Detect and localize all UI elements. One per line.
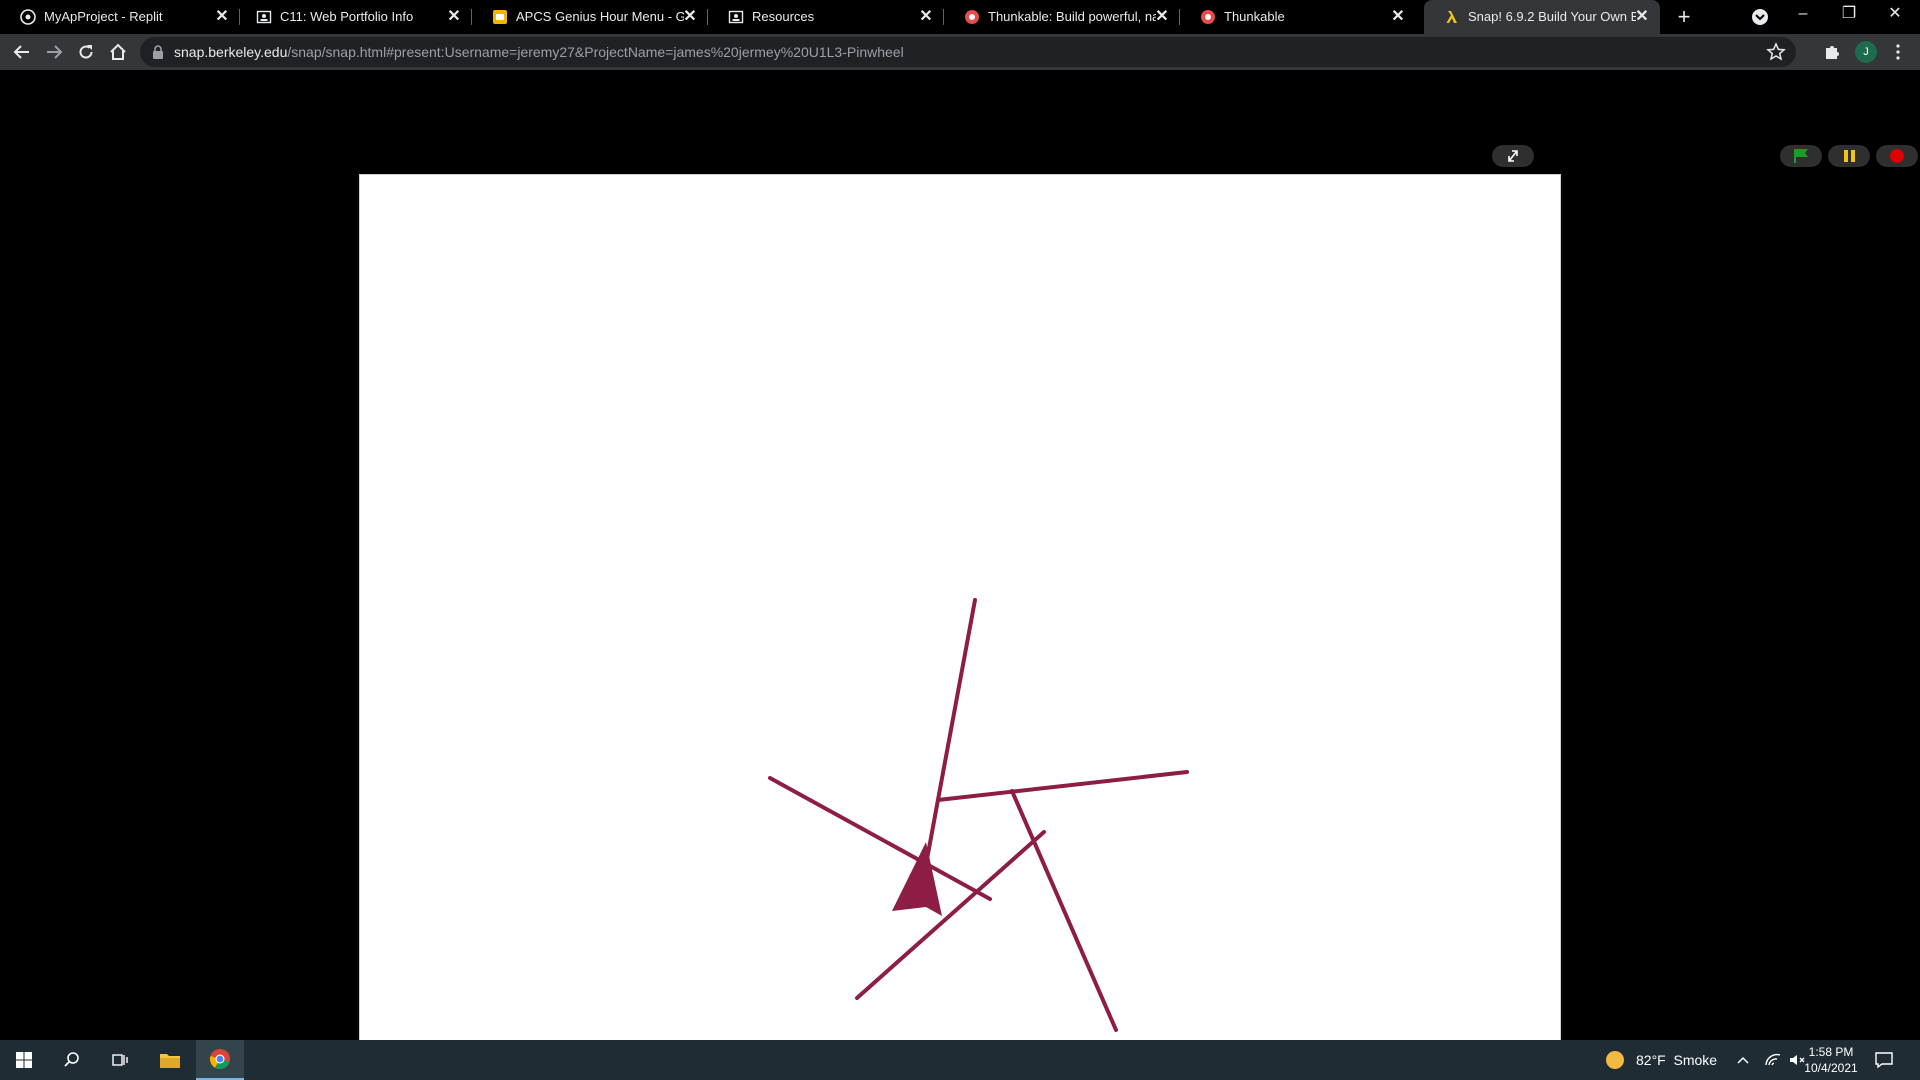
weather-text: 82°F Smoke <box>1636 1052 1718 1068</box>
clock[interactable]: 1:58 PM 10/4/2021 <box>1796 1044 1866 1076</box>
search-icon <box>64 1052 79 1067</box>
close-window-button[interactable]: ✕ <box>1872 0 1918 30</box>
chevron-up-icon[interactable] <box>1736 1050 1750 1070</box>
restore-button[interactable]: ❐ <box>1826 0 1872 30</box>
app-mode-toggle-button[interactable] <box>1492 145 1534 167</box>
classroom-icon <box>728 10 744 24</box>
sprite-arrow[interactable] <box>892 842 942 916</box>
tab-strip: MyApProject - Replit ✕ C11: Web Portfoli… <box>0 0 1920 34</box>
url-path: /snap/snap.html#present:Username=jeremy2… <box>287 44 904 60</box>
close-icon[interactable]: ✕ <box>212 7 232 27</box>
clock-time: 1:58 PM <box>1808 1045 1854 1059</box>
tab-title: MyApProject - Replit <box>44 9 163 24</box>
stop-icon <box>1890 149 1904 163</box>
home-button[interactable] <box>104 38 132 66</box>
extensions-button[interactable] <box>1818 38 1846 66</box>
tab-snap[interactable]: Snap! 6.9.2 Build Your Own Bloc ✕ <box>1424 0 1660 34</box>
windows-taskbar: 82°F Smoke 1:58 PM 10/4/2021 <box>0 1040 1920 1080</box>
puzzle-icon <box>1826 46 1839 59</box>
minimize-button[interactable]: – <box>1780 0 1826 30</box>
stop-button[interactable] <box>1876 145 1918 167</box>
green-flag-icon <box>1794 149 1808 163</box>
lock-icon[interactable] <box>152 45 164 59</box>
chrome-icon <box>210 1049 230 1070</box>
bookmark-star-icon[interactable] <box>1766 42 1786 62</box>
reload-button[interactable] <box>72 38 100 66</box>
snap-lambda-icon <box>1446 11 1457 23</box>
weather-widget[interactable]: 82°F Smoke <box>1606 1050 1717 1070</box>
close-icon[interactable]: ✕ <box>1632 7 1652 27</box>
tab-resources[interactable]: Resources ✕ <box>708 0 944 34</box>
pinwheel-line <box>923 598 977 872</box>
forward-button[interactable] <box>40 38 68 66</box>
tab-web-portfolio[interactable]: C11: Web Portfolio Info ✕ <box>236 0 472 34</box>
tab-title: C11: Web Portfolio Info <box>280 9 414 24</box>
network-icon[interactable] <box>1764 1050 1782 1070</box>
pinwheel-line <box>1010 789 1118 1032</box>
new-tab-button[interactable]: + <box>1672 5 1696 29</box>
forward-arrow-icon <box>47 45 63 59</box>
pinwheel-line <box>855 830 1046 1000</box>
weather-sun-icon <box>1606 1051 1624 1069</box>
task-view-button[interactable] <box>96 1040 144 1080</box>
profile-avatar[interactable]: J <box>1855 41 1877 63</box>
address-bar[interactable]: snap.berkeley.edu/snap/snap.html#present… <box>140 37 1796 67</box>
windows-logo-icon <box>16 1052 32 1068</box>
reload-icon <box>79 45 93 59</box>
pinwheel-line <box>936 770 1189 802</box>
home-icon <box>110 43 126 60</box>
search-button[interactable] <box>48 1040 96 1080</box>
tab-replit[interactable]: MyApProject - Replit ✕ <box>0 0 240 34</box>
chrome-taskbar-button[interactable] <box>196 1040 244 1080</box>
close-icon[interactable]: ✕ <box>916 7 936 27</box>
tab-thunkable[interactable]: Thunkable ✕ <box>1180 0 1416 34</box>
thunkable-icon <box>1201 10 1215 24</box>
back-button[interactable] <box>8 38 36 66</box>
folder-icon <box>160 1054 180 1068</box>
notification-icon[interactable] <box>1874 1050 1894 1070</box>
replit-icon <box>20 9 36 25</box>
close-icon[interactable]: ✕ <box>1152 7 1172 27</box>
tab-title: Snap! 6.9.2 Build Your Own Bloc <box>1468 9 1636 24</box>
tab-genius-hour[interactable]: APCS Genius Hour Menu - Goog ✕ <box>472 0 708 34</box>
task-view-icon <box>112 1054 128 1066</box>
thunkable-icon <box>965 10 979 24</box>
start-button[interactable] <box>0 1040 48 1080</box>
pinwheel-drawing <box>768 598 1189 1032</box>
file-explorer-button[interactable] <box>146 1040 194 1080</box>
pause-icon <box>1844 150 1855 162</box>
classroom-icon <box>256 10 272 24</box>
tab-search-icon[interactable] <box>1750 7 1770 27</box>
snap-presentation <box>0 70 1920 1076</box>
url-text[interactable]: snap.berkeley.edu/snap/snap.html#present… <box>174 44 904 60</box>
tab-title: Resources <box>752 9 815 24</box>
tab-thunkable-build[interactable]: Thunkable: Build powerful, nativ ✕ <box>944 0 1180 34</box>
close-icon[interactable]: ✕ <box>1388 7 1408 27</box>
pause-button[interactable] <box>1828 145 1870 167</box>
back-arrow-icon <box>13 45 29 59</box>
clock-date: 10/4/2021 <box>1804 1061 1858 1075</box>
close-icon[interactable]: ✕ <box>444 7 464 27</box>
tab-title: Thunkable: Build powerful, nativ <box>988 9 1156 24</box>
tab-title: APCS Genius Hour Menu - Goog <box>516 9 684 24</box>
tab-title: Thunkable <box>1224 9 1285 24</box>
browser-menu-button[interactable] <box>1884 38 1912 66</box>
shrink-arrows-icon <box>1508 150 1518 162</box>
green-flag-button[interactable] <box>1780 145 1822 167</box>
browser-toolbar: snap.berkeley.edu/snap/snap.html#present… <box>0 34 1920 70</box>
kebab-menu-icon <box>1896 44 1900 60</box>
slides-icon <box>493 10 507 24</box>
close-icon[interactable]: ✕ <box>680 7 700 27</box>
url-host: snap.berkeley.edu <box>174 44 288 60</box>
snap-stage[interactable] <box>359 174 1561 1076</box>
